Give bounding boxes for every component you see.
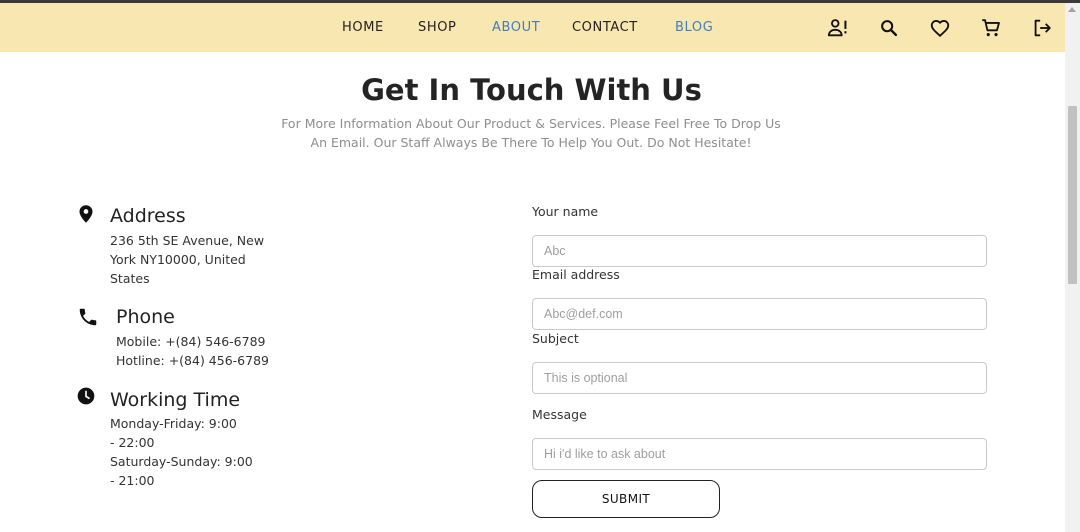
working-time-line-3: Saturday-Sunday: 9:00 xyxy=(110,454,253,469)
subject-field[interactable] xyxy=(532,362,987,394)
logout-icon[interactable] xyxy=(1031,17,1053,39)
clock-icon xyxy=(77,387,95,405)
phone-icon xyxy=(79,308,97,326)
subject-label: Subject xyxy=(532,331,579,346)
address-line-2: York NY10000, United xyxy=(110,252,246,267)
subtitle-line-2: An Email. Our Staff Always Be There To H… xyxy=(310,135,752,150)
message-label: Message xyxy=(532,407,587,422)
heart-icon[interactable] xyxy=(929,17,951,39)
page-title: Get In Touch With Us xyxy=(361,73,702,107)
user-alert-icon[interactable] xyxy=(827,17,849,39)
scroll-up-arrow-icon[interactable] xyxy=(1068,7,1076,12)
working-time-line-4: - 21:00 xyxy=(110,473,155,488)
nav-about-link[interactable]: ABOUT xyxy=(492,20,540,35)
address-line-3: States xyxy=(110,271,150,286)
working-time-line-2: - 22:00 xyxy=(110,435,155,450)
scrollbar-thumb[interactable] xyxy=(1068,106,1077,284)
location-pin-icon xyxy=(79,205,93,223)
nav-contact-link[interactable]: CONTACT xyxy=(572,20,638,35)
cart-icon[interactable] xyxy=(980,17,1002,39)
vertical-scrollbar[interactable] xyxy=(1065,3,1080,532)
message-field[interactable] xyxy=(532,438,987,470)
submit-button[interactable]: SUBMIT xyxy=(532,480,720,518)
search-icon[interactable] xyxy=(878,17,900,39)
page-subtitle: For More Information About Our Product &… xyxy=(271,114,791,152)
email-field[interactable] xyxy=(532,298,987,330)
name-label: Your name xyxy=(532,204,599,219)
name-field[interactable] xyxy=(532,235,987,267)
nav-blog-link[interactable]: BLOG xyxy=(675,20,713,35)
email-label: Email address xyxy=(532,267,620,282)
top-navbar: HOME SHOP ABOUT CONTACT BLOG xyxy=(0,3,1065,52)
working-time-line-1: Monday-Friday: 9:00 xyxy=(110,416,237,431)
address-line-1: 236 5th SE Avenue, New xyxy=(110,233,265,248)
subtitle-line-1: For More Information About Our Product &… xyxy=(281,116,781,131)
nav-home-link[interactable]: HOME xyxy=(342,20,384,35)
address-heading: Address xyxy=(110,205,186,227)
phone-heading: Phone xyxy=(116,306,175,328)
nav-shop-link[interactable]: SHOP xyxy=(418,20,457,35)
phone-hotline-line: Hotline: +(84) 456-6789 xyxy=(116,353,269,368)
working-time-heading: Working Time xyxy=(110,389,241,411)
phone-mobile-line: Mobile: +(84) 546-6789 xyxy=(116,334,266,349)
